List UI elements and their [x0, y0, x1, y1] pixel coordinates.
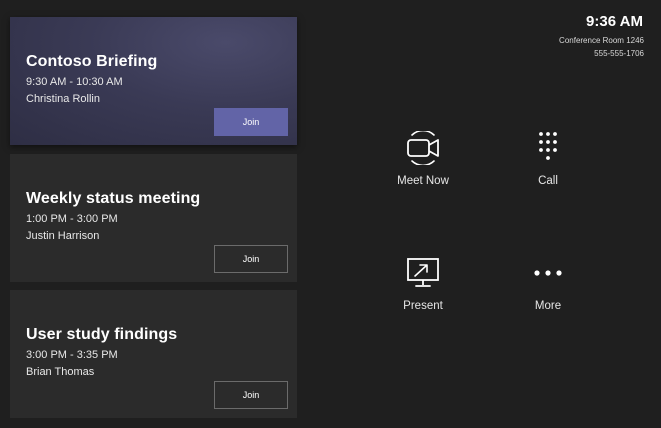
meeting-card[interactable]: User study findings 3:00 PM - 3:35 PM Br…: [10, 290, 297, 418]
meeting-time: 1:00 PM - 3:00 PM: [26, 213, 118, 225]
room-name: Conference Room 1246: [559, 36, 644, 45]
dialpad-icon: [528, 131, 568, 165]
meeting-organizer: Christina Rollin: [26, 93, 100, 105]
meeting-card[interactable]: Weekly status meeting 1:00 PM - 3:00 PM …: [10, 154, 297, 282]
room-phone: 555-555-1706: [594, 49, 644, 58]
present-label: Present: [403, 300, 443, 312]
meeting-room-home: Contoso Briefing 9:30 AM - 10:30 AM Chri…: [0, 0, 661, 428]
video-camera-icon: [403, 131, 443, 165]
meeting-title: User study findings: [26, 326, 178, 343]
meeting-organizer: Brian Thomas: [26, 366, 95, 378]
join-button[interactable]: Join: [214, 108, 288, 136]
join-button[interactable]: Join: [214, 381, 288, 409]
meeting-card-featured[interactable]: Contoso Briefing 9:30 AM - 10:30 AM Chri…: [10, 17, 297, 145]
meeting-time: 3:00 PM - 3:35 PM: [26, 349, 118, 361]
meeting-organizer: Justin Harrison: [26, 230, 100, 242]
present-button[interactable]: Present: [378, 256, 468, 326]
join-button[interactable]: Join: [214, 245, 288, 273]
meet-now-button[interactable]: Meet Now: [378, 131, 468, 201]
call-button[interactable]: Call: [503, 131, 593, 201]
meeting-title: Contoso Briefing: [26, 53, 158, 70]
meet-now-label: Meet Now: [397, 175, 449, 187]
clock: 9:36 AM: [586, 13, 643, 30]
more-dots-icon: [528, 256, 568, 290]
present-screen-icon: [403, 256, 443, 290]
call-label: Call: [538, 175, 558, 187]
more-button[interactable]: More: [503, 256, 593, 326]
more-label: More: [534, 300, 562, 312]
meeting-time: 9:30 AM - 10:30 AM: [26, 76, 123, 88]
meeting-title: Weekly status meeting: [26, 190, 201, 207]
